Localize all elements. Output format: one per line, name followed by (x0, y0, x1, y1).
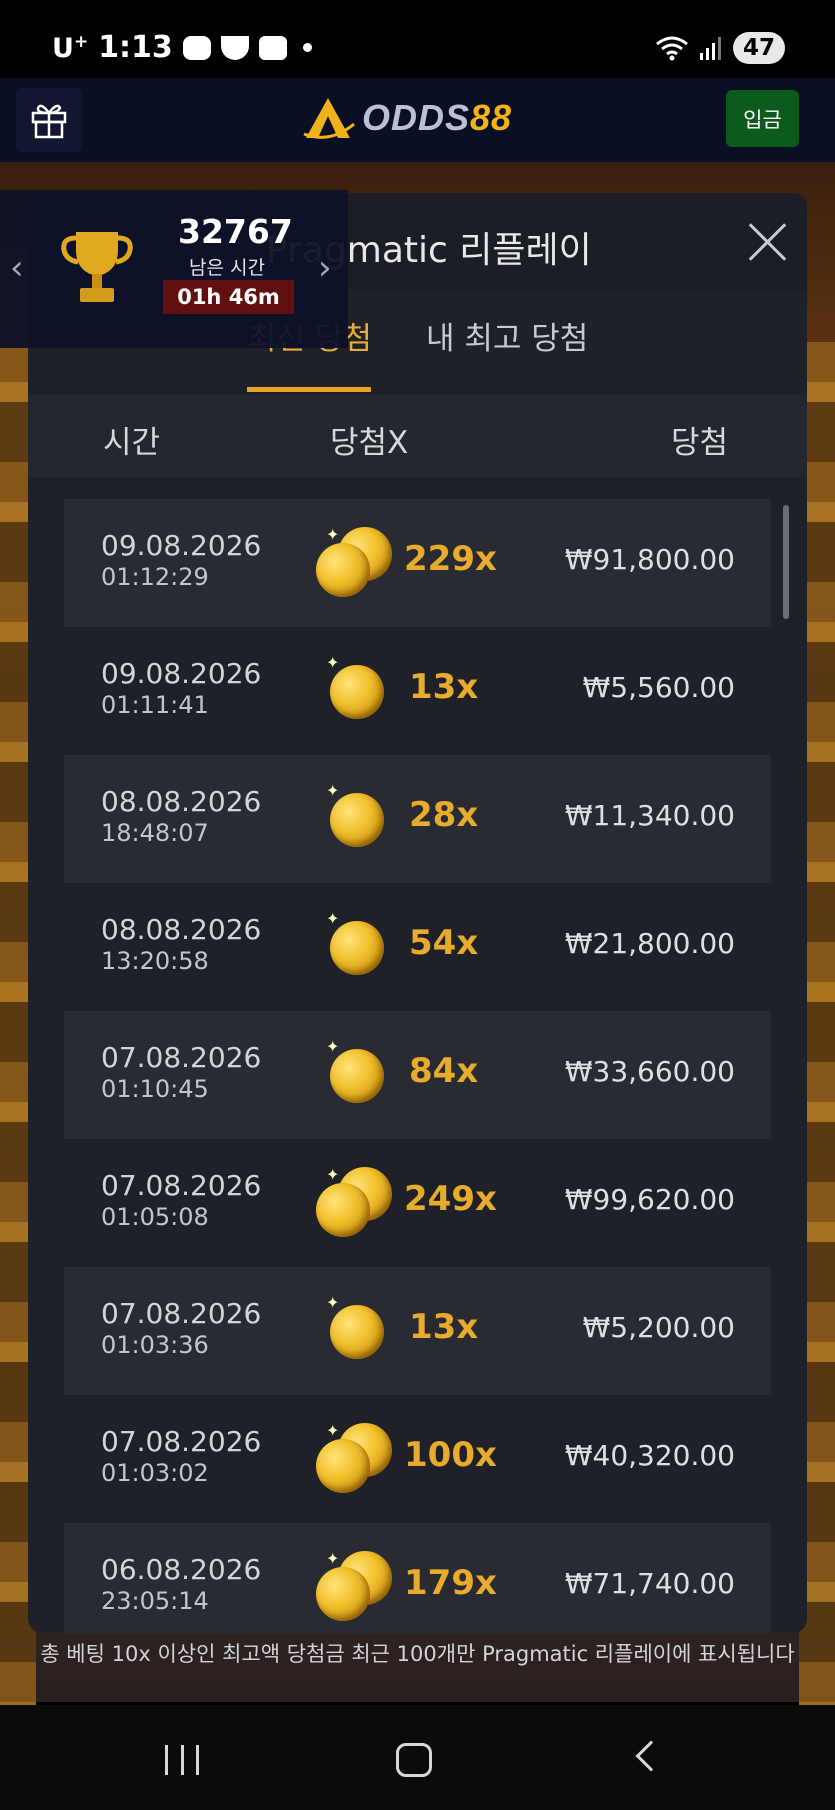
win-time: 01:05:08 (101, 1203, 209, 1231)
tournament-widget[interactable]: ‹ 32767 남은 시간 01h 46m › (0, 190, 348, 348)
win-amount: ₩11,340.00 (564, 799, 735, 832)
deposit-button[interactable]: 입금 (726, 90, 799, 147)
coin-icon: ✦ (314, 905, 398, 989)
win-amount: ₩99,620.00 (564, 1183, 735, 1216)
back-icon[interactable] (635, 1740, 667, 1772)
win-date: 08.08.2026 (101, 913, 262, 946)
win-multiplier: 84x (409, 1051, 479, 1091)
win-amount: ₩33,660.00 (564, 1055, 735, 1088)
win-multiplier: 249x (404, 1179, 497, 1219)
win-amount: ₩91,800.00 (564, 543, 735, 576)
coin-icon: ✦ (314, 1033, 398, 1117)
bowl-icon (220, 35, 249, 60)
battery-indicator: 47 (732, 32, 785, 64)
coin-icon: ✦ (314, 649, 398, 733)
win-date: 08.08.2026 (101, 785, 262, 818)
win-time: 23:05:14 (101, 1587, 209, 1615)
win-time: 01:12:29 (101, 563, 209, 591)
win-multiplier: 28x (409, 795, 479, 835)
app-header: ODDS88 입금 (0, 78, 835, 162)
win-list[interactable]: 09.08.2026 01:12:29 ✦ 229x ₩91,800.00 09.08.2… (64, 499, 771, 1633)
remaining-time-label: 남은 시간 (189, 257, 265, 279)
win-amount: ₩40,320.00 (564, 1439, 735, 1472)
column-win: 당첨 (671, 425, 729, 461)
win-row[interactable]: 07.08.2026 01:10:45 ✦ 84x ₩33,660.00 (64, 1011, 771, 1139)
notification-dot-icon (302, 43, 312, 52)
coin-icon: ✦ (314, 1289, 398, 1373)
win-date: 07.08.2026 (101, 1297, 262, 1330)
footnote: 총 베팅 10x 이상인 최고액 당첨금 최근 100개만 Pragmatic … (40, 1642, 795, 1666)
win-row[interactable]: 09.08.2026 01:12:29 ✦ 229x ₩91,800.00 (64, 499, 771, 627)
win-multiplier: 54x (409, 923, 479, 963)
win-row[interactable]: 07.08.2026 01:03:02 ✦ 100x ₩40,320.00 (64, 1395, 771, 1523)
status-right: 47 (655, 32, 785, 64)
youtube-icon (258, 35, 287, 60)
chevron-left-icon[interactable]: ‹ (10, 248, 24, 288)
win-time: 01:03:36 (101, 1331, 209, 1359)
column-multiplier: 당첨X (330, 425, 409, 461)
win-row[interactable]: 06.08.2026 23:05:14 ✦ 179x ₩71,740.00 (64, 1523, 771, 1633)
coin-icon: ✦ (314, 777, 398, 861)
win-multiplier: 13x (409, 1307, 479, 1347)
carrier-label: U+ (52, 31, 89, 64)
win-time: 13:20:58 (101, 947, 209, 975)
tab-my-best-wins[interactable]: 내 최고 당첨 (426, 313, 588, 358)
win-amount: ₩71,740.00 (564, 1567, 735, 1600)
coin-icon: ✦ (314, 521, 398, 605)
logo-icon (303, 98, 355, 139)
win-date: 07.08.2026 (101, 1041, 262, 1074)
tournament-timer: 01h 46m (163, 280, 294, 314)
system-nav-bar (0, 1705, 835, 1810)
win-row[interactable]: 07.08.2026 01:03:36 ✦ 13x ₩5,200.00 (64, 1267, 771, 1395)
coin-icon: ✦ (314, 1161, 398, 1245)
win-time: 18:48:07 (101, 819, 209, 847)
replay-modal: Pragmatic 리플레이 최신 당첨 내 최고 당첨 시간 당첨X 당첨 0… (28, 193, 807, 1633)
status-left: U+ 1:13 (52, 30, 312, 65)
win-row[interactable]: 08.08.2026 18:48:07 ✦ 28x ₩11,340.00 (64, 755, 771, 883)
status-bar: U+ 1:13 47 (0, 0, 835, 78)
active-tab-indicator (247, 387, 371, 392)
win-date: 06.08.2026 (101, 1553, 262, 1586)
win-multiplier: 13x (409, 667, 479, 707)
win-date: 07.08.2026 (101, 1169, 262, 1202)
chat-icon (182, 35, 211, 60)
win-date: 07.08.2026 (101, 1425, 262, 1458)
recent-apps-icon[interactable] (165, 1745, 199, 1775)
chevron-right-icon[interactable]: › (318, 248, 332, 288)
close-button[interactable] (742, 217, 792, 267)
win-time: 01:11:41 (101, 691, 209, 719)
win-date: 09.08.2026 (101, 657, 262, 690)
clock: 1:13 (98, 30, 173, 65)
win-row[interactable]: 08.08.2026 13:20:58 ✦ 54x ₩21,800.00 (64, 883, 771, 1011)
logo-text: ODDS88 (362, 97, 513, 138)
win-multiplier: 100x (404, 1435, 497, 1475)
win-multiplier: 229x (404, 539, 497, 579)
column-header: 시간 당첨X 당첨 (28, 395, 807, 477)
win-amount: ₩5,200.00 (582, 1311, 735, 1344)
scrollbar[interactable] (783, 505, 789, 619)
win-time: 01:03:02 (101, 1459, 209, 1487)
gift-icon (31, 104, 67, 139)
signal-icon (699, 37, 721, 60)
trophy-icon (61, 232, 133, 302)
win-amount: ₩5,560.00 (582, 671, 735, 704)
win-row[interactable]: 09.08.2026 01:11:41 ✦ 13x ₩5,560.00 (64, 627, 771, 755)
win-amount: ₩21,800.00 (564, 927, 735, 960)
coin-icon: ✦ (314, 1545, 398, 1629)
coin-icon: ✦ (314, 1417, 398, 1501)
logo: ODDS88 (300, 94, 512, 142)
win-row[interactable]: 07.08.2026 01:05:08 ✦ 249x ₩99,620.00 (64, 1139, 771, 1267)
win-date: 09.08.2026 (101, 529, 262, 562)
win-time: 01:10:45 (101, 1075, 209, 1103)
win-multiplier: 179x (404, 1563, 497, 1603)
gift-button[interactable] (16, 88, 82, 152)
wifi-icon (656, 36, 688, 61)
column-time: 시간 (103, 425, 161, 461)
tournament-score: 32767 (178, 212, 293, 251)
home-icon[interactable] (396, 1743, 432, 1777)
